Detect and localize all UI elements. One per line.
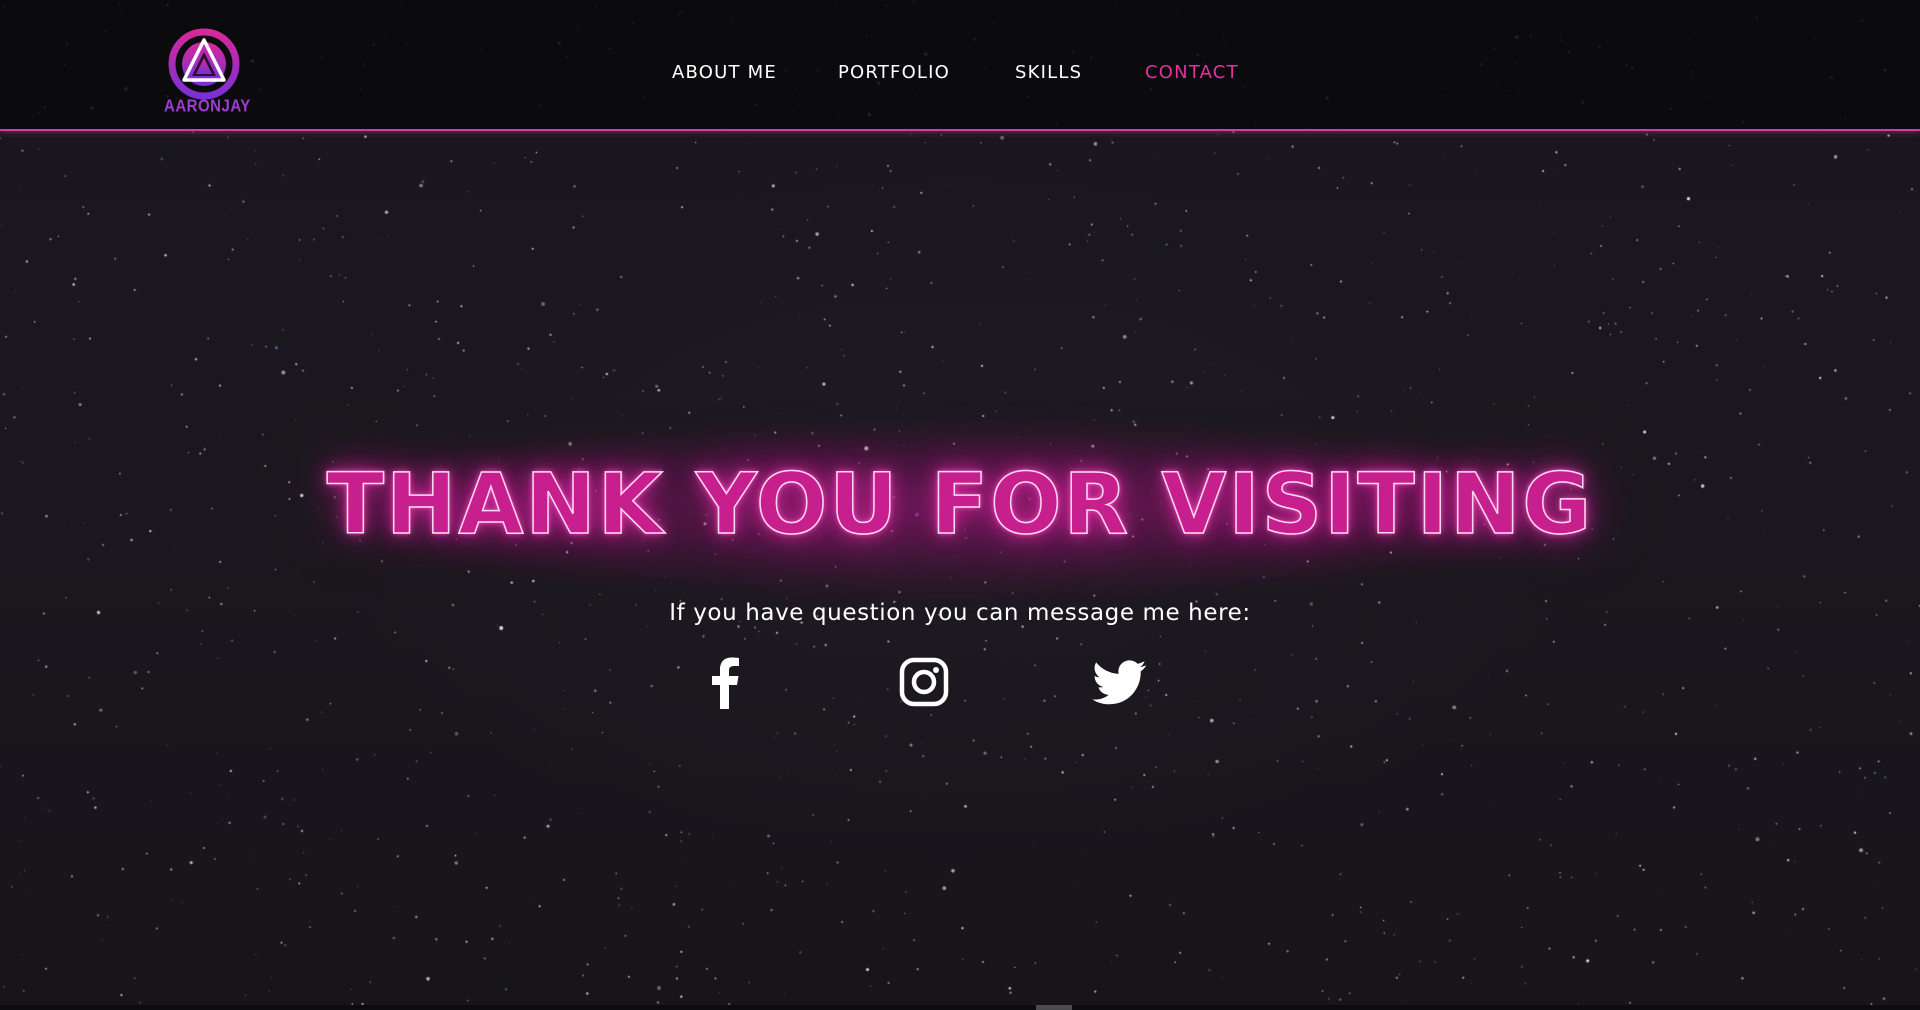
site-header: AARONJAY ABOUT ME PORTFOLIO SKILLS CONTA… [0,0,1920,131]
scrollbar-thumb[interactable] [1036,1005,1072,1010]
instagram-icon [899,657,949,707]
page: AARONJAY ABOUT ME PORTFOLIO SKILLS CONTA… [0,0,1920,1010]
nav-about-me[interactable]: ABOUT ME [672,62,777,83]
nav-skills[interactable]: SKILLS [1015,62,1082,83]
contact-subtext: If you have question you can message me … [669,600,1251,626]
logo[interactable]: AARONJAY [164,26,251,118]
instagram-link[interactable] [897,655,951,709]
facebook-icon [712,657,739,709]
horizontal-scrollbar[interactable] [0,1005,1920,1010]
nav-contact[interactable]: CONTACT [1145,62,1239,83]
logo-wordmark: AARONJAY [164,96,251,117]
nav-portfolio[interactable]: PORTFOLIO [838,62,950,83]
facebook-link[interactable] [699,655,753,709]
twitter-link[interactable] [1091,655,1149,709]
logo-mark-icon [168,28,240,100]
page-title: THANK YOU FOR VISITING [326,454,1594,554]
twitter-icon [1092,660,1147,705]
